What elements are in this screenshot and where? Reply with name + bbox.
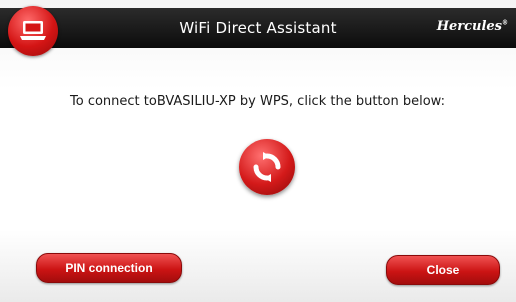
wps-button[interactable]: [239, 139, 295, 195]
wifi-direct-assistant-window: WiFi Direct Assistant Hercules® To conne…: [0, 0, 516, 302]
close-button[interactable]: Close: [386, 255, 500, 285]
pin-connection-button[interactable]: PIN connection: [36, 253, 182, 283]
laptop-icon: [8, 6, 58, 56]
brand-logo: Hercules®: [437, 19, 508, 34]
brand-text: Hercules: [436, 19, 502, 34]
wps-instruction-text: To connect toBVASILIU-XP by WPS, click t…: [70, 94, 445, 109]
wps-refresh-icon: [253, 152, 281, 182]
brand-mark: ®: [502, 19, 508, 27]
title-bar: WiFi Direct Assistant Hercules®: [0, 8, 516, 48]
